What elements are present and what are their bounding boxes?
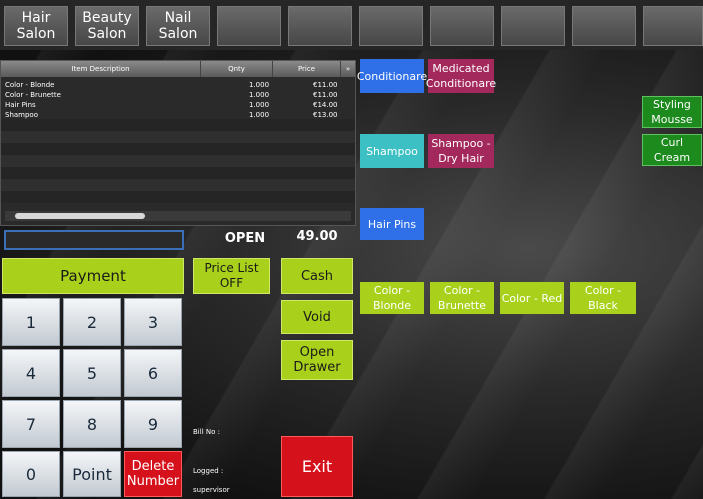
header-quantity[interactable]: Qnty [201,61,273,77]
key-7[interactable]: 7 [2,400,60,448]
product-shampoo-dry-hair[interactable]: Shampoo - Dry Hair [428,134,494,168]
key-9[interactable]: 9 [124,400,182,448]
key-1[interactable]: 1 [2,298,60,346]
category-empty-7[interactable] [430,6,494,46]
delete-number-button[interactable]: Delete Number [124,451,182,497]
cell-description: Color - Blonde [5,81,55,89]
status-label: OPEN [224,231,266,246]
item-table: Item Description Qnty Price » Color - Bl… [0,60,356,226]
horizontal-scrollbar[interactable] [5,211,351,221]
cell-price: €13.00 [313,111,338,119]
logged-label: Logged : [193,467,224,475]
header-item-description[interactable]: Item Description [1,61,201,77]
product-styling-mousse[interactable]: Styling Mousse [642,96,702,128]
category-beauty-salon[interactable]: Beauty Salon [75,6,139,46]
cell-quantity: 1.000 [249,81,270,89]
scrollbar-thumb[interactable] [15,213,145,219]
cell-price: €11.00 [313,81,338,89]
product-medicated-conditionare[interactable]: Medicated Conditionare [426,59,496,93]
key-3[interactable]: 3 [124,298,182,346]
cell-quantity: 1.000 [249,91,270,99]
key-0[interactable]: 0 [2,451,60,497]
bill-no-label: Bill No : [193,428,220,436]
category-hair-salon[interactable]: Hair Salon [4,6,68,46]
product-curl-cream[interactable]: Curl Cream [642,134,702,166]
price-list-toggle[interactable]: Price List OFF [193,258,270,294]
key-5[interactable]: 5 [63,349,121,397]
void-button[interactable]: Void [281,300,353,334]
table-header: Item Description Qnty Price » [1,61,355,77]
product-color-red[interactable]: Color - Red [500,282,564,314]
payment-button[interactable]: Payment [2,258,184,294]
cell-description: Hair Pins [5,101,36,109]
product-color-black[interactable]: Color - Black [570,282,636,314]
product-conditionare[interactable]: Conditionare [357,59,427,93]
key-8[interactable]: 8 [63,400,121,448]
cell-price: €11.00 [313,91,338,99]
barcode-input[interactable] [4,230,184,250]
product-color-brunette[interactable]: Color - Brunette [430,282,494,314]
point-key[interactable]: Point [63,451,121,497]
category-nail-salon[interactable]: Nail Salon [146,6,210,46]
cell-price: €14.00 [313,101,338,109]
table-row[interactable]: Color - Blonde 1.000 €11.00 [1,80,355,90]
category-empty-6[interactable] [359,6,423,46]
key-4[interactable]: 4 [2,349,60,397]
table-row[interactable]: Shampoo 1.000 €13.00 [1,110,355,120]
table-row[interactable]: Hair Pins 1.000 €14.00 [1,100,355,110]
open-drawer-button[interactable]: Open Drawer [281,340,353,380]
category-empty-4[interactable] [217,6,281,46]
cell-quantity: 1.000 [249,101,270,109]
product-hair-pins[interactable]: Hair Pins [360,208,424,240]
category-empty-9[interactable] [572,6,636,46]
category-bar: Hair Salon Beauty Salon Nail Salon [0,0,703,50]
total-amount: 49.00 [296,229,338,244]
logged-user: supervisor [193,486,230,494]
product-shampoo[interactable]: Shampoo [360,134,424,168]
cell-quantity: 1.000 [249,111,270,119]
key-6[interactable]: 6 [124,349,182,397]
cash-button[interactable]: Cash [281,258,353,294]
category-empty-5[interactable] [288,6,352,46]
cell-description: Shampoo [5,111,38,119]
cell-description: Color - Brunette [5,91,61,99]
category-empty-10[interactable] [643,6,703,46]
header-price[interactable]: Price [273,61,341,77]
collapse-icon[interactable]: » [341,61,355,77]
product-color-blonde[interactable]: Color - Blonde [360,282,424,314]
category-empty-8[interactable] [501,6,565,46]
table-row[interactable]: Color - Brunette 1.000 €11.00 [1,90,355,100]
key-2[interactable]: 2 [63,298,121,346]
exit-button[interactable]: Exit [281,436,353,497]
